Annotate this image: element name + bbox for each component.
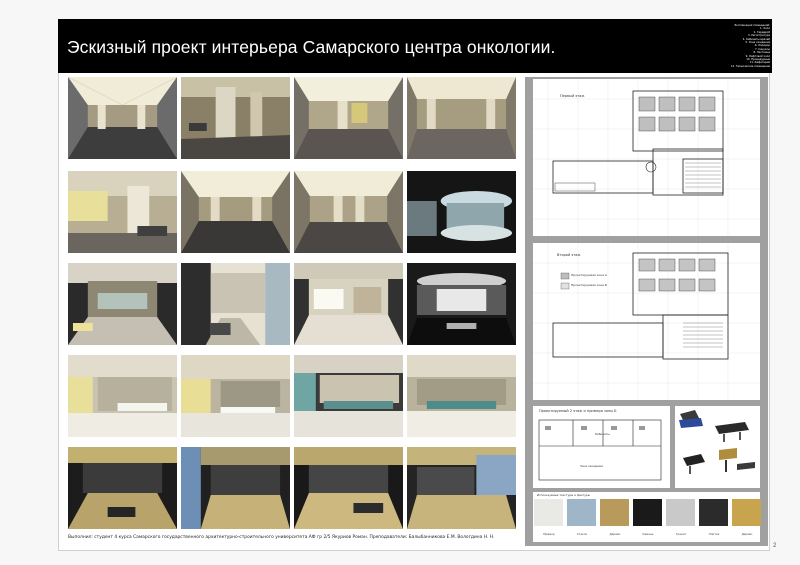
material-swatch (666, 499, 695, 526)
material-swatch-fill (633, 499, 662, 526)
page-number: 2 (773, 543, 777, 549)
render-hall-1 (68, 77, 177, 159)
material-swatch-fill (732, 499, 761, 526)
floor-plan-1 (533, 79, 760, 236)
material-swatch (732, 499, 761, 526)
render-cabinet-4 (407, 355, 516, 437)
material-swatch-fill (600, 499, 629, 526)
zone-plan-label: Проектируемый 2 этаж и примера зоны Б (539, 409, 617, 413)
materials-label: Используемые текстуры и фактуры (537, 493, 590, 497)
render-cafe-4 (407, 447, 516, 529)
note-line: 12. Технические помещения (730, 64, 770, 68)
material-label: Камень (642, 532, 654, 536)
material-swatch-fill (534, 499, 563, 526)
renderings-grid (68, 77, 519, 537)
render-waiting-1 (68, 171, 177, 253)
render-corridor-1 (68, 263, 177, 345)
zone-label-waiting: Зона ожидания (580, 464, 603, 468)
material-swatch (699, 499, 728, 526)
render-waiting-2 (181, 171, 290, 253)
title-notes: Экспликация помещений: 1. Холл 2. Гардер… (688, 24, 770, 68)
material-label: Стекло (576, 532, 588, 536)
footer-credits: Выполнил: студент 4 курса Самарского гос… (68, 535, 495, 540)
render-corridor-2 (181, 263, 290, 345)
render-cafe-1 (68, 447, 177, 529)
material-label: Дерево (609, 532, 621, 536)
plan-2-label: Второй этаж (557, 253, 581, 257)
material-swatch (633, 499, 662, 526)
zone-plan (533, 406, 670, 488)
render-corridor-3 (294, 263, 403, 345)
material-swatch-fill (666, 499, 695, 526)
material-swatch (600, 499, 629, 526)
render-hall-2 (181, 77, 290, 159)
material-swatch (567, 499, 596, 526)
material-label: Мрамор (543, 532, 555, 536)
material-swatch-fill (567, 499, 596, 526)
render-reception (407, 171, 516, 253)
render-waiting-3 (294, 171, 403, 253)
render-cabinet-3 (294, 355, 403, 437)
floor-plan-2 (533, 243, 760, 400)
page-title: Эскизный проект интерьера Самарского цен… (67, 37, 556, 57)
plan-1-label: Первый этаж (560, 94, 585, 98)
zone-label-cabinets: Кабинеты (595, 432, 610, 436)
material-swatch (534, 499, 563, 526)
material-label: Гранит (675, 532, 687, 536)
material-swatch-fill (699, 499, 728, 526)
render-hall-3 (294, 77, 403, 159)
render-hall-4 (407, 77, 516, 159)
render-cabinet-2 (181, 355, 290, 437)
render-cafe-3 (294, 447, 403, 529)
legend-zone-a: Проектируемая зона А (571, 273, 607, 277)
material-label: Дерево (741, 532, 753, 536)
material-label: Плитка (708, 532, 720, 536)
furniture-panel (675, 406, 760, 488)
render-corridor-4 (407, 263, 516, 345)
legend-zone-b: Проектируемая зона Б (571, 283, 607, 287)
render-cafe-2 (181, 447, 290, 529)
render-cabinet-1 (68, 355, 177, 437)
